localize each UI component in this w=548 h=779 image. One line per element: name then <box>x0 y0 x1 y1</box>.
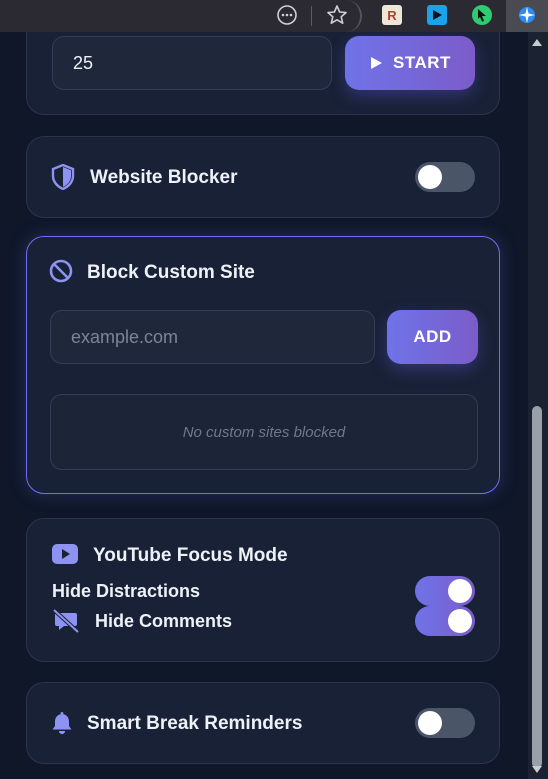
play-icon <box>371 57 383 69</box>
toolbar-separator <box>311 6 312 26</box>
shield-icon <box>51 164 75 190</box>
r-extension-icon[interactable]: R <box>382 5 402 25</box>
block-custom-site-card: Block Custom Site example.com ADD No cus… <box>26 236 500 494</box>
block-icon <box>49 259 73 283</box>
empty-list-message: No custom sites blocked <box>182 423 346 441</box>
add-site-button[interactable]: ADD <box>387 310 478 364</box>
scroll-up-arrow-icon[interactable] <box>532 39 542 46</box>
hide-comments-toggle[interactable] <box>415 606 475 636</box>
play-extension-icon[interactable] <box>427 5 447 25</box>
bookmark-star-icon[interactable] <box>326 4 348 26</box>
globe-extension-icon[interactable] <box>517 5 537 25</box>
website-blocker-title: Website Blocker <box>90 167 238 188</box>
hide-distractions-label: Hide Distractions <box>52 581 201 601</box>
browser-toolbar: R <box>0 0 548 32</box>
site-url-input[interactable]: example.com <box>50 310 375 364</box>
blocked-sites-list: No custom sites blocked <box>50 394 478 470</box>
toggle-knob <box>448 609 472 633</box>
break-reminders-card: Smart Break Reminders <box>26 682 500 764</box>
youtube-icon <box>52 544 78 564</box>
extension-popup: 25 START Website Blocker Block Custom Si… <box>0 32 528 779</box>
break-reminders-toggle[interactable] <box>415 708 475 738</box>
bell-icon <box>51 711 73 735</box>
website-blocker-toggle[interactable] <box>415 162 475 192</box>
popup-scrollbar[interactable] <box>528 32 548 779</box>
youtube-focus-card: YouTube Focus Mode Hide Distractions Hid… <box>26 518 500 662</box>
hide-comments-label: Hide Comments <box>95 611 233 631</box>
more-options-icon[interactable] <box>276 4 298 26</box>
cursor-extension-icon[interactable] <box>472 5 492 25</box>
minutes-input[interactable]: 25 <box>52 36 332 90</box>
comment-slash-icon <box>52 608 80 634</box>
website-blocker-card: Website Blocker <box>26 136 500 218</box>
youtube-focus-title: YouTube Focus Mode <box>93 545 288 566</box>
toggle-knob <box>448 579 472 603</box>
toggle-knob <box>418 165 442 189</box>
scrollbar-thumb[interactable] <box>532 406 542 768</box>
toggle-knob <box>418 711 442 735</box>
timer-card: 25 START <box>26 32 500 115</box>
block-custom-site-title: Block Custom Site <box>87 262 255 283</box>
start-button[interactable]: START <box>345 36 475 90</box>
scroll-down-arrow-icon[interactable] <box>532 766 542 773</box>
start-button-label: START <box>393 53 451 72</box>
break-reminders-title: Smart Break Reminders <box>87 713 303 734</box>
hide-distractions-toggle[interactable] <box>415 576 475 606</box>
